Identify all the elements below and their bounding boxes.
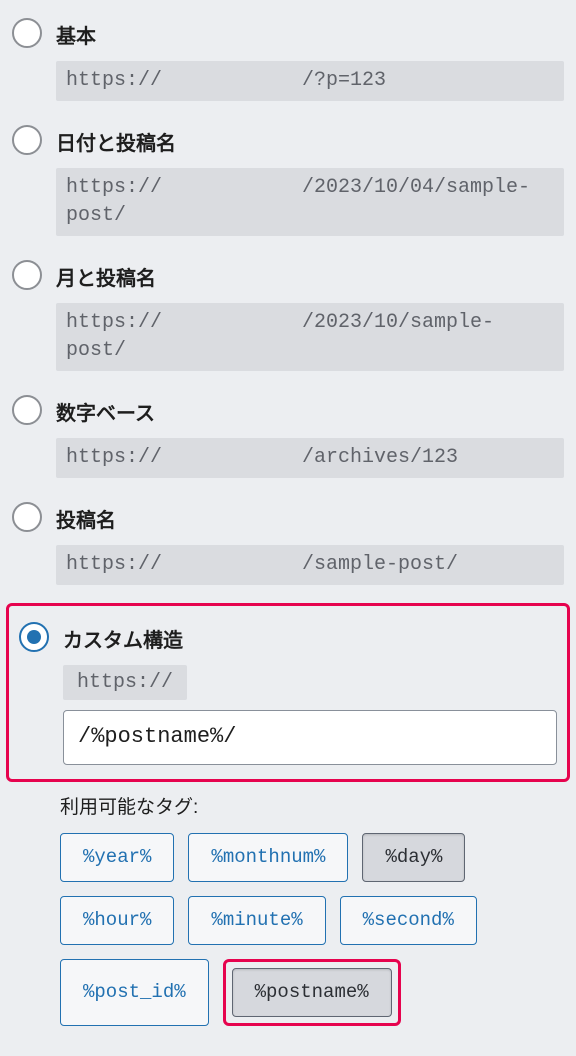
permalink-option-numeric[interactable]: 数字ベース https:///archives/123 bbox=[12, 389, 564, 496]
radio-custom[interactable] bbox=[19, 622, 49, 652]
option-body: 月と投稿名 https:///2023/10/sample-post/ bbox=[56, 262, 564, 371]
available-tags: %year% %monthnum% %day% %hour% %minute% … bbox=[60, 833, 564, 1026]
option-sample: https:///archives/123 bbox=[56, 438, 564, 478]
permalink-option-postname[interactable]: 投稿名 https:///sample-post/ bbox=[12, 496, 564, 603]
tag-postname-highlight: %postname% bbox=[223, 959, 401, 1026]
tag-postname[interactable]: %postname% bbox=[232, 968, 392, 1017]
tag-monthnum[interactable]: %monthnum% bbox=[188, 833, 348, 882]
custom-structure-highlight: カスタム構造 https:// bbox=[6, 603, 570, 782]
option-label: 数字ベース bbox=[56, 397, 564, 426]
option-body: 日付と投稿名 https:///2023/10/04/sample-post/ bbox=[56, 127, 564, 236]
option-body: 数字ベース https:///archives/123 bbox=[56, 397, 564, 478]
radio-postname[interactable] bbox=[12, 502, 42, 532]
option-body: カスタム構造 https:// bbox=[63, 624, 557, 765]
permalink-option-day-name[interactable]: 日付と投稿名 https:///2023/10/04/sample-post/ bbox=[12, 119, 564, 254]
tag-second[interactable]: %second% bbox=[340, 896, 477, 945]
option-label: 日付と投稿名 bbox=[56, 127, 564, 156]
custom-structure-input[interactable] bbox=[63, 710, 557, 765]
radio-month-name[interactable] bbox=[12, 260, 42, 290]
option-sample: https:///sample-post/ bbox=[56, 545, 564, 585]
permalink-option-month-name[interactable]: 月と投稿名 https:///2023/10/sample-post/ bbox=[12, 254, 564, 389]
tag-hour[interactable]: %hour% bbox=[60, 896, 174, 945]
tag-day[interactable]: %day% bbox=[362, 833, 465, 882]
radio-numeric[interactable] bbox=[12, 395, 42, 425]
permalink-option-custom[interactable]: カスタム構造 https:// bbox=[19, 616, 557, 765]
tag-minute[interactable]: %minute% bbox=[188, 896, 325, 945]
available-tags-label: 利用可能なタグ: bbox=[60, 792, 564, 819]
option-label: 投稿名 bbox=[56, 504, 564, 533]
radio-day-name[interactable] bbox=[12, 125, 42, 155]
tag-year[interactable]: %year% bbox=[60, 833, 174, 882]
option-label: 基本 bbox=[56, 20, 564, 49]
permalink-option-plain[interactable]: 基本 https:///?p=123 bbox=[12, 12, 564, 119]
option-body: 投稿名 https:///sample-post/ bbox=[56, 504, 564, 585]
option-sample: https:///2023/10/sample-post/ bbox=[56, 303, 564, 371]
option-label: 月と投稿名 bbox=[56, 262, 564, 291]
option-body: 基本 https:///?p=123 bbox=[56, 20, 564, 101]
radio-plain[interactable] bbox=[12, 18, 42, 48]
option-label: カスタム構造 bbox=[63, 624, 557, 653]
option-sample: https:///?p=123 bbox=[56, 61, 564, 101]
option-sample: https:///2023/10/04/sample-post/ bbox=[56, 168, 564, 236]
tag-post-id[interactable]: %post_id% bbox=[60, 959, 209, 1026]
custom-prefix: https:// bbox=[63, 665, 187, 700]
